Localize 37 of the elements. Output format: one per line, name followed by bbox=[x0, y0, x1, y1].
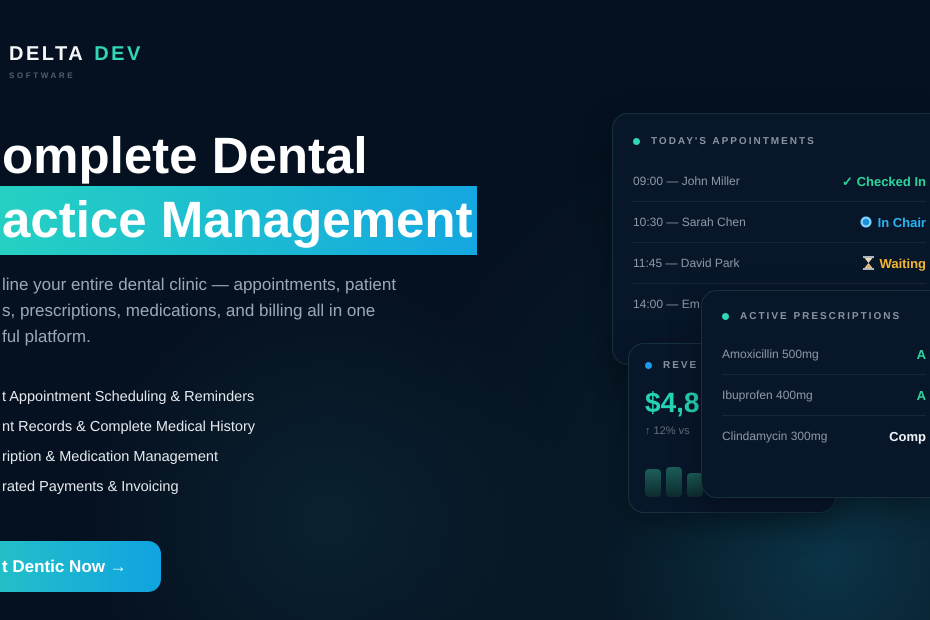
card-title: ACTIVE PRESCRIPTIONS bbox=[740, 311, 902, 322]
feature-item: rated Payments & Invoicing bbox=[2, 478, 180, 497]
status-dot-icon bbox=[633, 138, 640, 145]
prescription-drug: Clindamycin 300mg bbox=[722, 429, 828, 443]
prescription-status: Comp bbox=[889, 428, 926, 444]
description-text: s, prescriptions, medications, and billing all in one bbox=[2, 300, 376, 322]
appointment-patient: 09:00 — John Miller bbox=[633, 174, 740, 188]
appointment-patient: 14:00 — Em bbox=[633, 297, 700, 311]
description-text: ful platform. bbox=[2, 326, 92, 348]
prescription-drug: Amoxicillin 500mg bbox=[722, 347, 819, 361]
appointment-status: ✓ Checked In bbox=[842, 174, 926, 188]
feature-item: ription & Medication Management bbox=[2, 448, 220, 467]
feature-item: nt Records & Complete Medical History bbox=[2, 418, 256, 437]
revenue-bars-drawing bbox=[645, 467, 703, 497]
status-dot-icon bbox=[722, 313, 729, 320]
description-text: line your entire dental clinic — appointments, patient bbox=[2, 274, 398, 296]
appointment-patient: 11:45 — David Park bbox=[633, 256, 740, 270]
cta-button[interactable]: t Dentic Now → bbox=[0, 541, 161, 592]
prescription-status: A bbox=[916, 346, 926, 362]
feature-item: t Appointment Scheduling & Reminders bbox=[2, 388, 256, 407]
brand-name-accent: DEV bbox=[94, 43, 143, 66]
brand-tagline: SOFTWARE bbox=[9, 71, 76, 80]
hourglass-icon bbox=[862, 256, 874, 270]
card-title: TODAY'S APPOINTMENTS bbox=[651, 136, 816, 147]
appointment-status: Waiting bbox=[880, 256, 926, 270]
highlighted-headline: actice Management bbox=[0, 186, 477, 255]
revenue-change: ↑ 12% vs bbox=[645, 425, 690, 437]
card-title: REVE bbox=[663, 360, 698, 371]
brand-name: DELTA bbox=[9, 43, 86, 66]
target-icon bbox=[860, 216, 872, 228]
headline: omplete Dental bbox=[1, 126, 369, 186]
prescription-drug: Ibuprofen 400mg bbox=[722, 388, 813, 402]
status-dot-icon bbox=[645, 362, 652, 369]
prescription-status: A bbox=[916, 388, 926, 402]
revenue-amount: $4,8 bbox=[645, 387, 700, 419]
appointment-patient: 10:30 — Sarah Chen bbox=[633, 215, 746, 229]
appointment-status: In Chair bbox=[878, 214, 926, 230]
